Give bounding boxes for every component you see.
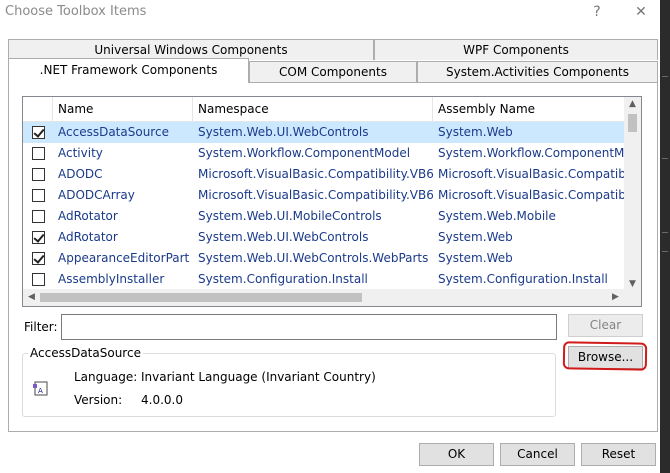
filter-label: Filter:	[24, 320, 58, 334]
row-checkbox[interactable]	[32, 273, 45, 286]
window-title: Choose Toolbox Items	[5, 4, 147, 19]
tab-system-activities[interactable]: System.Activities Components	[417, 61, 658, 82]
language-value: Invariant Language (Invariant Country)	[141, 370, 376, 384]
row-checkbox[interactable]	[32, 126, 45, 139]
row-name: AccessDataSource	[58, 125, 169, 139]
row-checkbox[interactable]	[32, 147, 45, 160]
row-assembly: System.Web	[438, 230, 513, 244]
row-namespace: System.Web.UI.WebControls	[198, 125, 369, 139]
tab-wpf[interactable]: WPF Components	[374, 39, 658, 60]
scroll-corner	[624, 289, 641, 306]
row-name: Activity	[58, 146, 103, 160]
row-assembly: System.Web.Mobile	[438, 209, 556, 223]
component-icon: A	[33, 381, 48, 396]
row-checkbox[interactable]	[32, 210, 45, 223]
table-row[interactable]: ADODC Microsoft.VisualBasic.Compatibility…	[23, 164, 625, 185]
clear-button[interactable]: Clear	[568, 314, 643, 337]
row-name: ADODC	[58, 167, 103, 181]
ok-button[interactable]: OK	[419, 443, 494, 466]
red-highlight-annotation	[562, 341, 648, 371]
row-namespace: System.Workflow.ComponentModel	[198, 146, 411, 160]
row-namespace: System.Web.UI.WebControls	[198, 230, 369, 244]
row-checkbox[interactable]	[32, 189, 45, 202]
row-assembly: System.Workflow.ComponentMo	[438, 146, 625, 160]
version-label: Version:	[74, 393, 123, 407]
row-namespace: System.Web.UI.WebControls.WebParts	[198, 251, 429, 265]
header-assembly[interactable]: Assembly Name	[433, 97, 625, 122]
details-group	[22, 353, 556, 417]
help-button[interactable]: ?	[586, 2, 608, 22]
row-assembly: System.Web	[438, 125, 513, 139]
svg-text:A: A	[38, 387, 43, 395]
background-window-edge	[660, 0, 670, 473]
vertical-scroll-thumb[interactable]	[628, 114, 637, 132]
table-row[interactable]: AppearanceEditorPart System.Web.UI.WebCon…	[23, 248, 625, 269]
row-name: AdRotator	[58, 209, 118, 223]
dialog-window: Choose Toolbox Items ? ✕ Universal Windo…	[0, 0, 660, 473]
header-name[interactable]: Name	[53, 97, 193, 122]
row-assembly: System.Configuration.Install	[438, 272, 608, 286]
list-header: Name Namespace Assembly Name	[23, 97, 625, 122]
row-checkbox[interactable]	[32, 252, 45, 265]
scroll-up-icon[interactable]: ▲	[624, 99, 641, 109]
row-checkbox[interactable]	[32, 168, 45, 181]
row-assembly: Microsoft.VisualBasic.Compatibi	[438, 188, 625, 202]
details-title: AccessDataSource	[28, 346, 143, 360]
tab-universal-windows[interactable]: Universal Windows Components	[8, 39, 374, 60]
header-namespace[interactable]: Namespace	[193, 97, 433, 122]
row-namespace: System.Web.UI.MobileControls	[198, 209, 382, 223]
row-namespace: System.Configuration.Install	[198, 272, 368, 286]
row-namespace: Microsoft.VisualBasic.Compatibility.VB6	[198, 167, 433, 181]
row-assembly: Microsoft.VisualBasic.Compatibi	[438, 167, 625, 181]
row-name: ADODCArray	[58, 188, 135, 202]
row-checkbox[interactable]	[32, 231, 45, 244]
table-row[interactable]: AdRotator System.Web.UI.WebControls System…	[23, 227, 625, 248]
cancel-button[interactable]: Cancel	[500, 443, 575, 466]
components-list[interactable]: Name Namespace Assembly Name AccessDataS…	[22, 96, 642, 307]
row-namespace: Microsoft.VisualBasic.Compatibility.VB6	[198, 188, 433, 202]
table-row[interactable]: ADODCArray Microsoft.VisualBasic.Compatib…	[23, 185, 625, 206]
horizontal-scrollbar[interactable]: ◀ ▶	[23, 289, 641, 306]
header-check-column[interactable]	[23, 97, 53, 122]
row-name: AssemblyInstaller	[58, 272, 165, 286]
table-row[interactable]: AdRotator System.Web.UI.MobileControls Sys…	[23, 206, 625, 227]
tab-dotnet-framework[interactable]: .NET Framework Components	[8, 58, 249, 83]
filter-input[interactable]	[61, 314, 557, 340]
tab-com[interactable]: COM Components	[249, 61, 417, 82]
reset-button[interactable]: Reset	[581, 443, 656, 466]
language-label: Language:	[74, 370, 138, 384]
close-button[interactable]: ✕	[630, 2, 652, 22]
table-row[interactable]: Activity System.Workflow.ComponentModel Sy…	[23, 143, 625, 164]
row-name: AdRotator	[58, 230, 118, 244]
scroll-right-icon[interactable]: ▶	[607, 292, 624, 302]
scroll-left-icon[interactable]: ◀	[23, 292, 40, 302]
row-name: AppearanceEditorPart	[58, 251, 190, 265]
horizontal-scroll-thumb[interactable]	[40, 293, 362, 302]
vertical-scrollbar[interactable]: ▲ ▼	[624, 97, 641, 291]
scroll-down-icon[interactable]: ▼	[624, 279, 641, 289]
table-row[interactable]: AssemblyInstaller System.Configuration.In…	[23, 269, 625, 290]
table-row[interactable]: AccessDataSource System.Web.UI.WebControl…	[23, 122, 625, 143]
version-value: 4.0.0.0	[141, 393, 183, 407]
row-assembly: System.Web	[438, 251, 513, 265]
